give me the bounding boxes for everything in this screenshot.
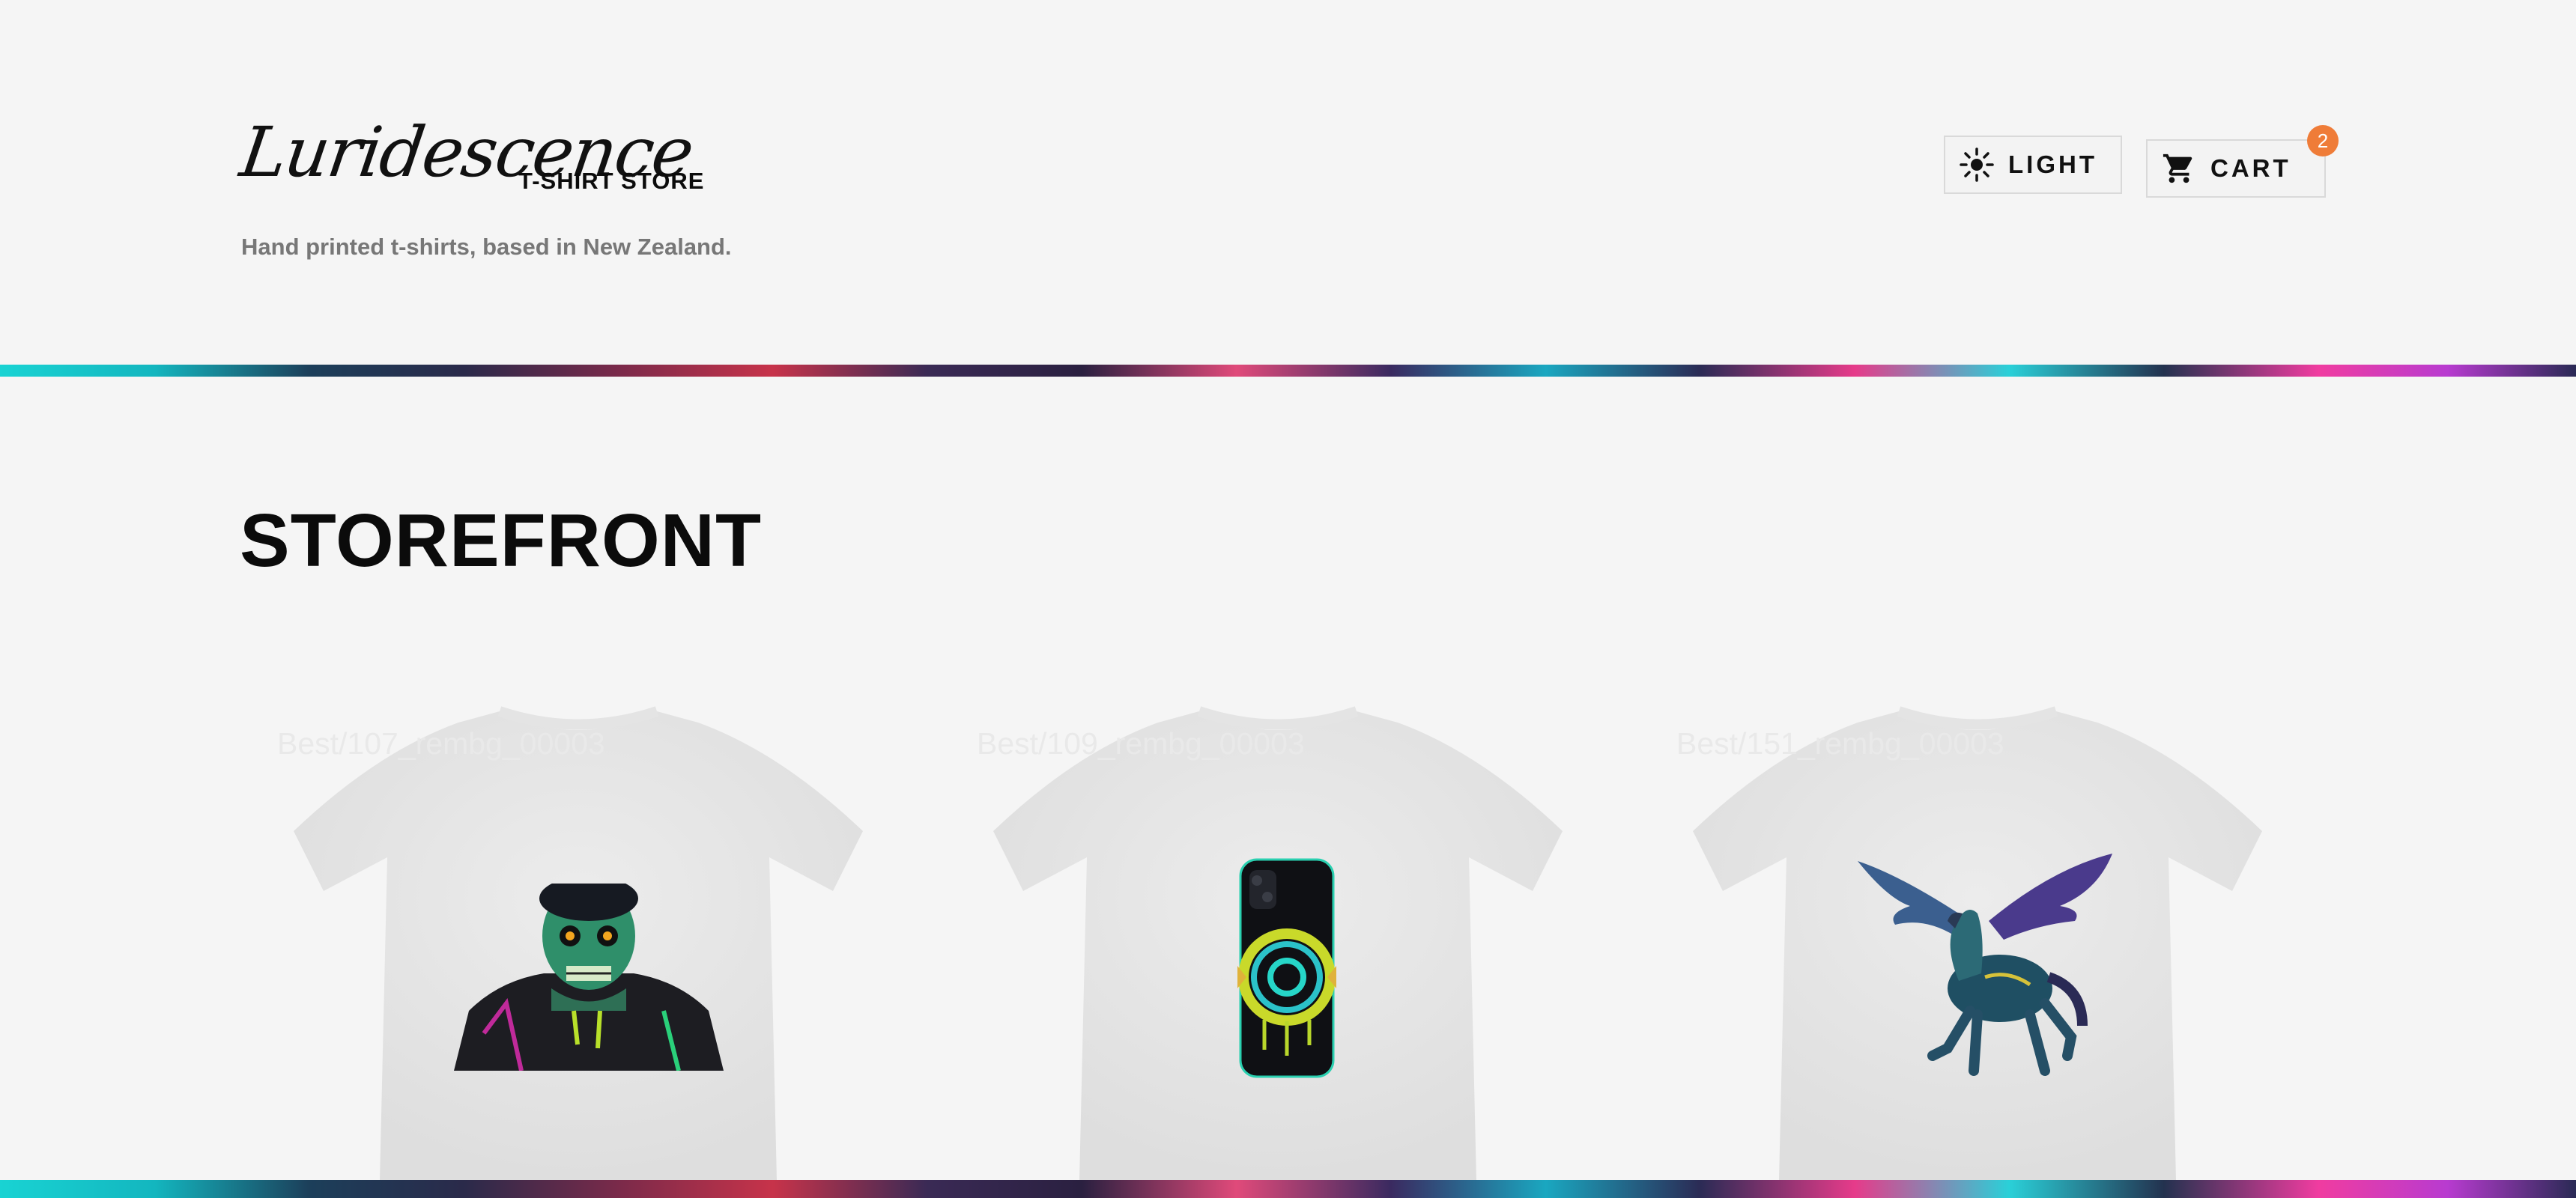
page-title: STOREFRONT bbox=[240, 499, 763, 583]
tagline: Hand printed t-shirts, based in New Zeal… bbox=[241, 234, 732, 260]
iridescent-divider bbox=[0, 365, 2576, 377]
product-grid: Best/107_rembg_00003 Best/109_rembg_0000… bbox=[0, 696, 2576, 1180]
pegasus-design-image bbox=[1858, 854, 2112, 1076]
iridescent-divider-bottom bbox=[0, 1180, 2576, 1198]
store-label: T-SHIRT STORE bbox=[518, 168, 705, 194]
zombie-design-image bbox=[454, 884, 724, 1071]
image-alt-text: Best/107_rembg_00003 bbox=[277, 726, 605, 761]
cart-count-badge: 2 bbox=[2307, 125, 2339, 156]
cart-button[interactable]: CART bbox=[2142, 139, 2326, 202]
site-header: Luridescence T-SHIRT STORE Hand printed … bbox=[0, 0, 2576, 365]
sun-icon bbox=[1956, 144, 1998, 186]
product-card[interactable]: Best/109_rembg_00003 bbox=[941, 696, 1615, 1180]
cart-icon bbox=[2158, 148, 2200, 189]
cart-label: CART bbox=[2210, 154, 2291, 182]
theme-toggle-button[interactable]: LIGHT bbox=[1939, 136, 2122, 198]
phone-design-image bbox=[1237, 858, 1336, 1078]
product-card[interactable]: Best/151_rembg_00003 bbox=[1640, 696, 2315, 1180]
product-card[interactable]: Best/107_rembg_00003 bbox=[241, 696, 915, 1180]
image-alt-text: Best/109_rembg_00003 bbox=[977, 726, 1305, 761]
theme-toggle-label: LIGHT bbox=[2008, 150, 2097, 178]
image-alt-text: Best/151_rembg_00003 bbox=[1676, 726, 2004, 761]
